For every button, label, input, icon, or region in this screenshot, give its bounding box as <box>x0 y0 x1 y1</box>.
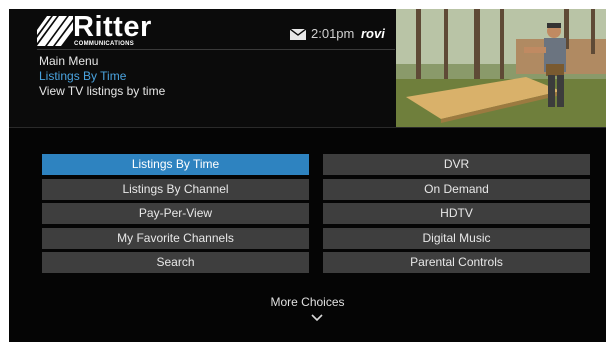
ritter-logo: Ritter COMMUNICATIONS <box>37 11 187 52</box>
menu-pay-per-view[interactable]: Pay-Per-View <box>42 203 309 224</box>
header-divider <box>37 49 177 50</box>
menu-search[interactable]: Search <box>42 252 309 273</box>
logo-subtitle: COMMUNICATIONS <box>74 41 135 47</box>
live-tv-preview[interactable] <box>396 9 606 127</box>
menu-listings-by-channel[interactable]: Listings By Channel <box>42 179 309 200</box>
logo-wordmark: Ritter <box>73 11 152 43</box>
clock: 2:01pm <box>311 26 355 41</box>
menu-my-favorite-channels[interactable]: My Favorite Channels <box>42 228 309 249</box>
header-divider-right <box>177 49 395 50</box>
menu-hdtv[interactable]: HDTV <box>323 203 590 224</box>
provider-logo: rovi <box>361 26 385 41</box>
menu-parental-controls[interactable]: Parental Controls <box>323 252 590 273</box>
menu-on-demand[interactable]: On Demand <box>323 179 590 200</box>
logo-stripes-icon <box>37 16 73 46</box>
menu-listings-by-time[interactable]: Listings By Time <box>42 154 309 175</box>
tv-guide-screen: Ritter COMMUNICATIONS Main Menu Listings… <box>9 9 606 342</box>
menu-description: View TV listings by time <box>39 84 166 98</box>
envelope-icon[interactable] <box>290 29 306 40</box>
menu-digital-music[interactable]: Digital Music <box>323 228 590 249</box>
current-menu-title: Listings By Time <box>39 69 127 83</box>
chevron-down-icon[interactable] <box>311 314 323 322</box>
header: Ritter COMMUNICATIONS Main Menu Listings… <box>9 9 606 128</box>
menu-dvr[interactable]: DVR <box>323 154 590 175</box>
breadcrumb-main-menu: Main Menu <box>39 54 99 68</box>
more-choices-button[interactable]: More Choices <box>9 295 606 309</box>
